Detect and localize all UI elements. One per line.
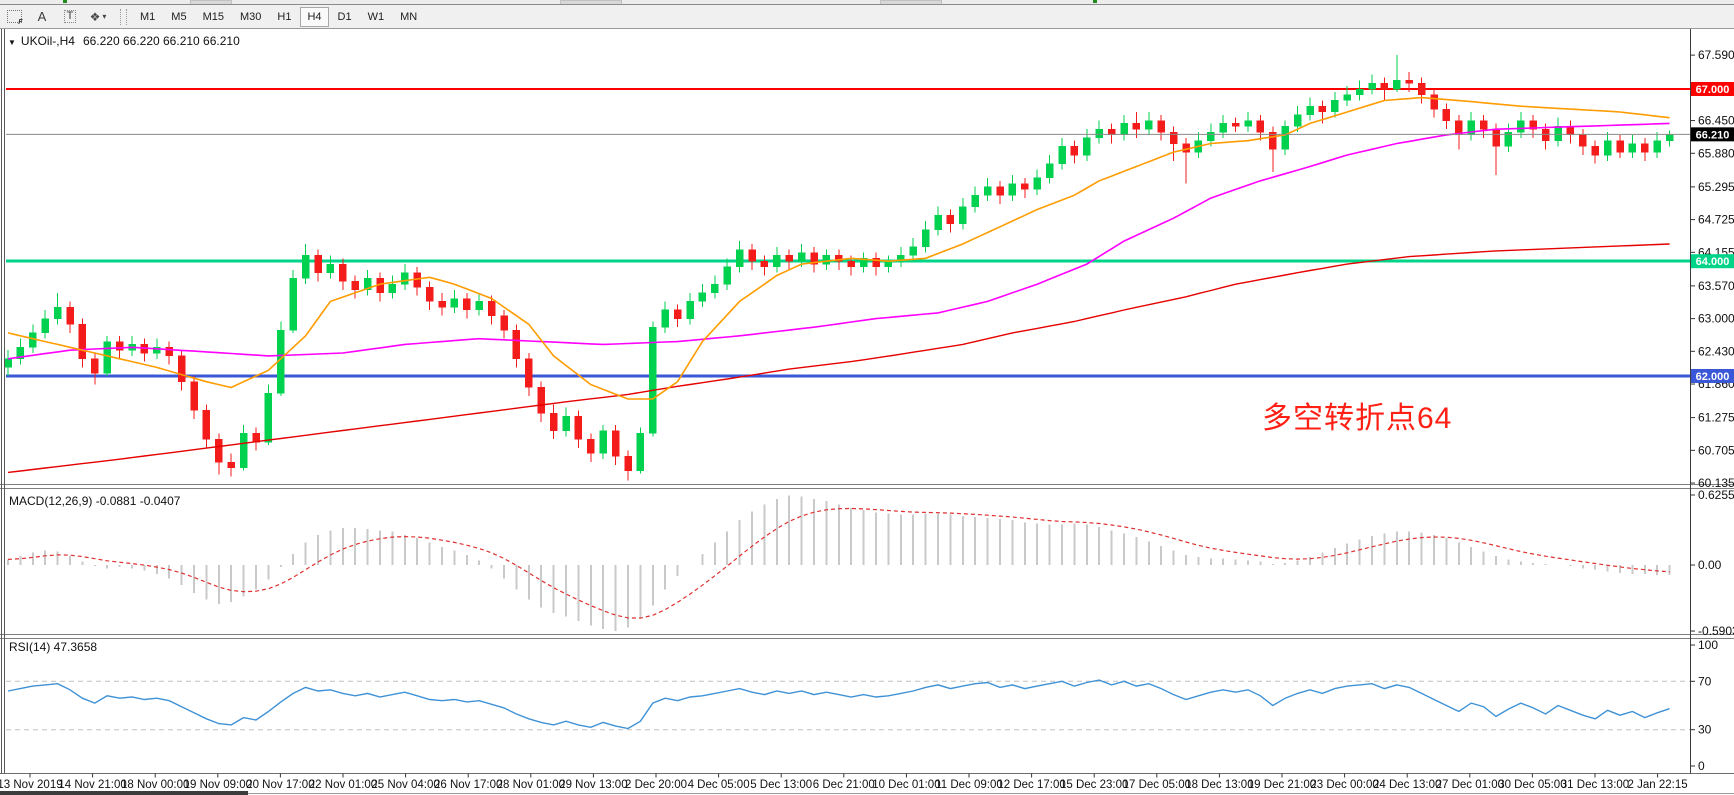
time-tick-label: 17 Dec 05:00 <box>1123 779 1191 791</box>
clipped-button <box>560 0 622 4</box>
time-tick-label: 19 Nov 09:00 <box>184 779 252 791</box>
text-label-tool-button[interactable]: T <box>57 7 83 27</box>
clipped-button <box>880 0 942 4</box>
time-tick-label: 26 Nov 17:00 <box>434 779 502 791</box>
macd-histogram <box>8 496 1670 631</box>
chart-canvas[interactable]: 67.59066.45065.88065.29564.72564.15563.5… <box>0 29 1734 795</box>
time-tick-label: 31 Dec 13:00 <box>1561 779 1629 791</box>
timeframe-button-m1[interactable]: M1 <box>133 7 162 27</box>
time-tick-label: 12 Dec 17:00 <box>997 779 1065 791</box>
time-tick-label: 30 Dec 05:00 <box>1498 779 1566 791</box>
time-tick-label: 25 Nov 04:00 <box>371 779 439 791</box>
ohlc-quotes-label: 66.220 66.220 66.210 66.210 <box>83 34 240 48</box>
time-tick-label: 28 Nov 01:00 <box>497 779 565 791</box>
shapes-tool-button[interactable]: ❖▾ <box>85 7 111 27</box>
time-tick-label: 14 Nov 21:00 <box>58 779 126 791</box>
level-lines <box>6 89 1690 376</box>
green-mark <box>1093 0 1097 3</box>
rsi-tick-label: 0 <box>1698 759 1705 773</box>
timeframe-button-d1[interactable]: D1 <box>331 7 359 27</box>
price-tick-label: 64.725 <box>1698 213 1734 227</box>
macd-tick-label: -0.5903 <box>1698 624 1734 638</box>
candlesticks <box>5 55 1674 480</box>
cursor-arrow-tool-button[interactable]: A <box>29 7 55 27</box>
timeframe-button-m15[interactable]: M15 <box>196 7 231 27</box>
price-badge-62.000: 62.000 <box>1691 369 1734 383</box>
timeframe-button-m5[interactable]: M5 <box>164 7 193 27</box>
green-mark <box>63 0 67 3</box>
time-tick-label: 20 Nov 17:00 <box>246 779 314 791</box>
macd-label: MACD(12,26,9) -0.0881 -0.0407 <box>9 494 180 508</box>
timeframe-button-mn[interactable]: MN <box>393 7 424 27</box>
chart-title: ▼ UKOil-,H4 66.220 66.220 66.210 66.210 <box>8 34 240 48</box>
time-axis: 13 Nov 201914 Nov 21:0018 Nov 00:0019 No… <box>0 774 1688 792</box>
timeframe-button-h4[interactable]: H4 <box>300 7 328 27</box>
time-tick-label: 22 Nov 01:00 <box>309 779 377 791</box>
chevron-down-icon: ▾ <box>102 12 106 21</box>
ma-fast-orange-line <box>8 98 1670 399</box>
price-tick-label: 65.295 <box>1698 180 1734 194</box>
price-tick-label: 66.450 <box>1698 114 1734 128</box>
scrollbar-thumb[interactable] <box>0 791 248 795</box>
timeframe-button-m30[interactable]: M30 <box>233 7 268 27</box>
time-tick-label: 13 Nov 2019 <box>0 779 63 791</box>
time-tick-label: 18 Nov 00:00 <box>121 779 189 791</box>
time-tick-label: 29 Nov 13:00 <box>559 779 627 791</box>
chart-window[interactable]: 67.59066.45065.88065.29564.72564.15563.5… <box>0 28 1734 795</box>
time-tick-label: 19 Dec 21:00 <box>1248 779 1316 791</box>
svg-text:64.000: 64.000 <box>1696 256 1730 268</box>
macd-tick-label: 0.6255 <box>1698 488 1734 502</box>
price-tick-label: 67.590 <box>1698 48 1734 62</box>
price-badge-66.210: 66.210 <box>1691 127 1734 141</box>
mt4-window: FAT❖▾ M1M5M15M30H1H4D1W1MN 67.59066.4506… <box>0 0 1734 795</box>
letter-a-icon: A <box>38 9 47 24</box>
time-tick-label: 4 Dec 05:00 <box>688 779 750 791</box>
timeframe-button-w1[interactable]: W1 <box>361 7 392 27</box>
clipped-button <box>190 0 232 4</box>
macd-tick-label: 0.00 <box>1698 558 1722 572</box>
rsi-line <box>8 680 1670 728</box>
pane-borders <box>0 29 1734 774</box>
drawing-tools-group: F A T ❖▾ <box>0 6 112 28</box>
time-tick-label: 18 Dec 13:00 <box>1185 779 1253 791</box>
toolbar-handle[interactable] <box>120 9 127 25</box>
rsi-label: RSI(14) 47.3658 <box>9 640 97 654</box>
grid-icon: F <box>7 10 22 23</box>
timeframe-group: M1M5M15M30H1H4D1W1MN <box>132 6 425 28</box>
price-tick-label: 65.880 <box>1698 146 1734 160</box>
time-tick-label: 27 Dec 01:00 <box>1436 779 1504 791</box>
price-tick-label: 62.430 <box>1698 344 1734 358</box>
svg-text:67.000: 67.000 <box>1696 84 1730 96</box>
price-badge-67.000: 67.000 <box>1691 82 1734 96</box>
price-badge-64.000: 64.000 <box>1691 254 1734 268</box>
rsi-tick-label: 100 <box>1698 638 1718 652</box>
svg-text:66.210: 66.210 <box>1696 129 1730 141</box>
time-tick-label: 2 Jan 22:15 <box>1628 779 1688 791</box>
text-icon: T <box>64 10 77 23</box>
price-tick-label: 63.000 <box>1698 312 1734 326</box>
time-tick-label: 24 Dec 13:00 <box>1373 779 1441 791</box>
time-tick-label: 11 Dec 09:00 <box>935 779 1003 791</box>
svg-text:62.000: 62.000 <box>1696 371 1730 383</box>
collapse-arrow-icon[interactable]: ▼ <box>8 38 16 47</box>
time-tick-label: 2 Dec 20:00 <box>625 779 687 791</box>
time-tick-label: 23 Dec 00:00 <box>1310 779 1378 791</box>
ma-mid-magenta-line <box>8 123 1670 358</box>
timeframe-button-h1[interactable]: H1 <box>270 7 298 27</box>
price-axis: 67.59066.45065.88065.29564.72564.15563.5… <box>1690 48 1734 773</box>
time-tick-label: 6 Dec 21:00 <box>813 779 875 791</box>
time-tick-label: 5 Dec 13:00 <box>750 779 812 791</box>
price-tick-label: 61.275 <box>1698 411 1734 425</box>
rsi-tick-label: 30 <box>1698 723 1712 737</box>
toolbar: F A T ❖▾ M1M5M15M30H1H4D1W1MN <box>0 5 1734 28</box>
symbol-period-label: UKOil-,H4 <box>21 34 75 48</box>
time-tick-label: 10 Dec 01:00 <box>872 779 940 791</box>
shapes-icon: ❖ <box>90 10 101 24</box>
price-tick-label: 63.570 <box>1698 279 1734 293</box>
rsi-tick-label: 70 <box>1698 674 1712 688</box>
price-tick-label: 60.705 <box>1698 443 1734 457</box>
time-tick-label: 15 Dec 23:00 <box>1060 779 1128 791</box>
indicator-window-tool-button[interactable]: F <box>1 7 27 27</box>
